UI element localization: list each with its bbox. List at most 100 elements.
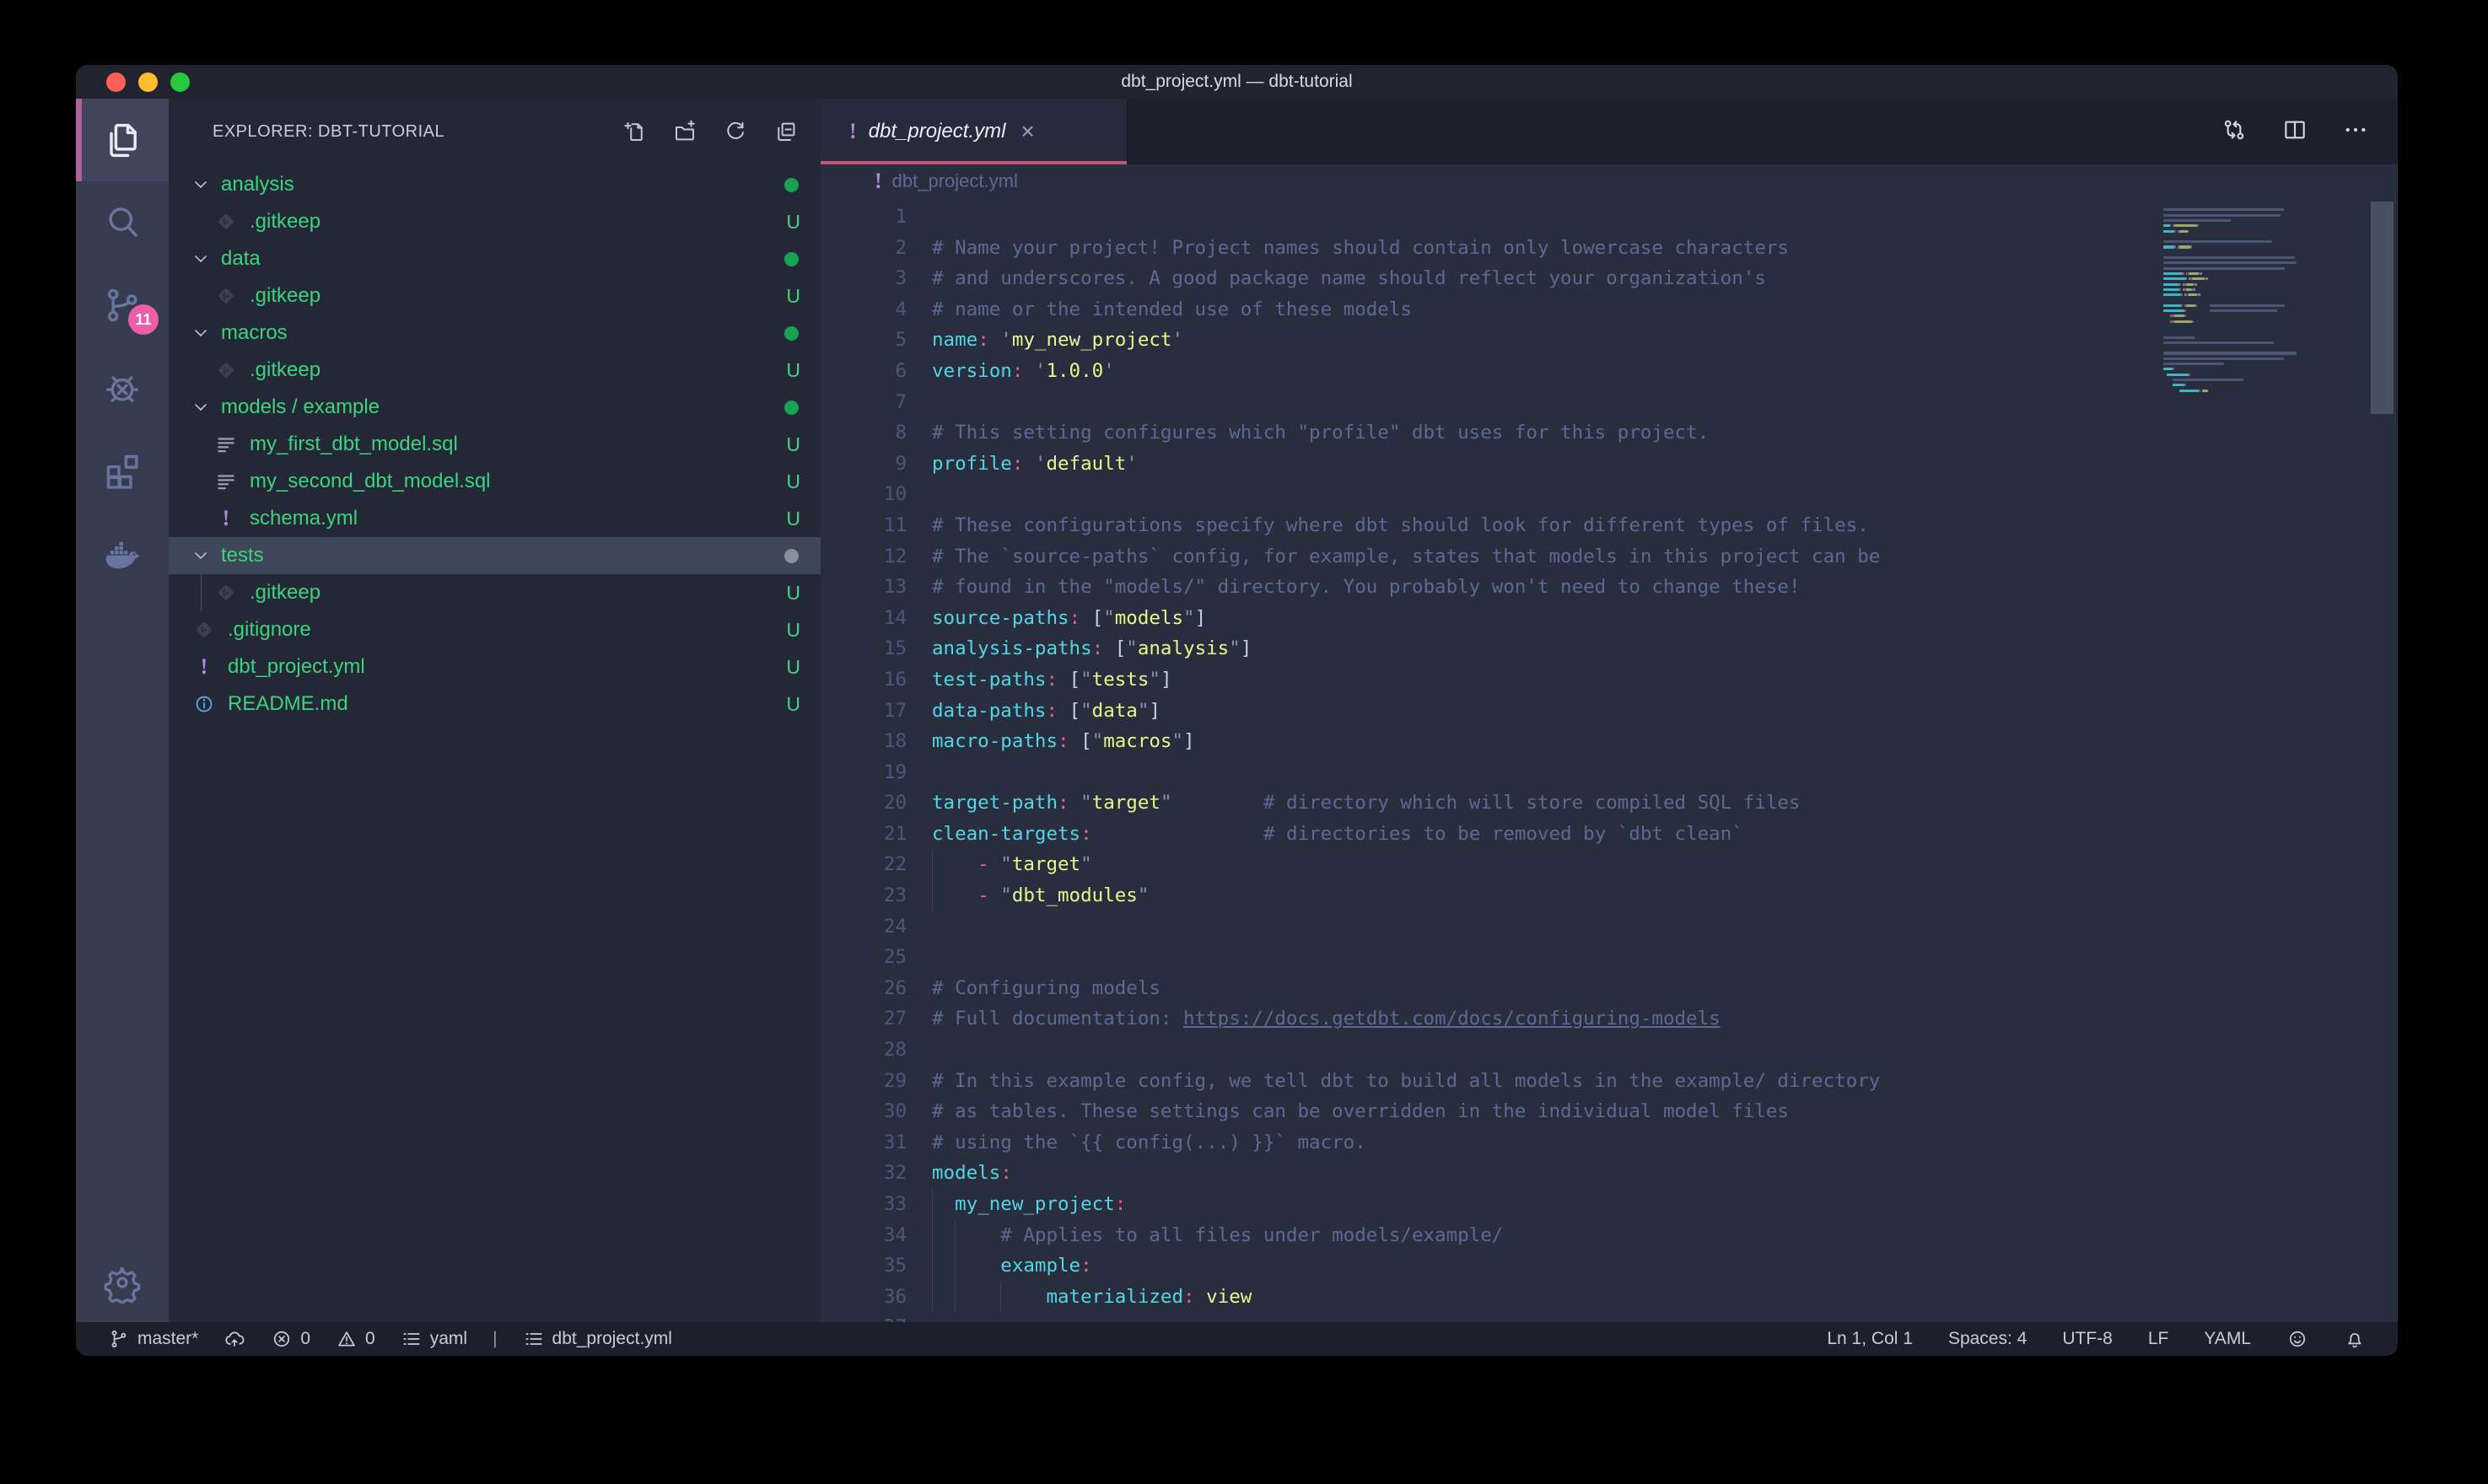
code-line: 33 my_new_project: xyxy=(821,1189,2398,1220)
status-cursor-position[interactable]: Ln 1, Col 1 xyxy=(1827,1329,1913,1349)
open-changes-button[interactable] xyxy=(2221,116,2248,148)
line-content: - "target" xyxy=(932,849,1092,880)
minimap[interactable] xyxy=(2163,203,2370,1322)
split-editor-button[interactable] xyxy=(2281,116,2308,148)
status-branch-indicator[interactable]: master* xyxy=(108,1328,198,1350)
tree-item-my-first-dbt-model-sql[interactable]: my_first_dbt_model.sqlU xyxy=(169,426,821,463)
activity-item-source-control[interactable]: 11 xyxy=(76,264,169,347)
line-number: 22 xyxy=(821,849,907,880)
line-number: 36 xyxy=(821,1282,907,1313)
code-line: 25 xyxy=(821,942,2398,973)
more-actions-button[interactable] xyxy=(2342,116,2369,148)
code-line: 15analysis-paths: ["analysis"] xyxy=(821,633,2398,664)
tab-dbt-project-yml[interactable]: ! dbt_project.yml × xyxy=(821,99,1128,164)
refresh-button[interactable] xyxy=(721,117,750,146)
line-content: # Name your project! Project names shoul… xyxy=(932,233,1789,264)
minimap-line xyxy=(2181,304,2183,307)
activity-item-debug[interactable] xyxy=(76,347,169,429)
activity-item-search[interactable] xyxy=(76,181,169,264)
breadcrumb[interactable]: ! dbt_project.yml xyxy=(821,164,2398,198)
tree-item-gitkeep[interactable]: .gitkeepU xyxy=(169,203,821,240)
line-content: # These configurations specify where dbt… xyxy=(932,510,1869,541)
line-number: 28 xyxy=(821,1035,907,1066)
tree-item-readme-md[interactable]: README.mdU xyxy=(169,686,821,723)
tree-item-label: schema.yml xyxy=(250,507,358,530)
minimap-line xyxy=(2179,230,2188,233)
tree-item-dbt-project-yml[interactable]: !dbt_project.ymlU xyxy=(169,648,821,686)
close-tab-icon[interactable]: × xyxy=(1021,120,1034,143)
new-file-button[interactable] xyxy=(620,117,649,146)
status-indentation[interactable]: Spaces: 4 xyxy=(1948,1329,2027,1349)
tree-item-schema-yml[interactable]: !schema.ymlU xyxy=(169,500,821,537)
desktop-background: dbt_project.yml — dbt-tutorial 11 EXPLOR… xyxy=(0,0,2488,1484)
minimap-line xyxy=(2170,224,2172,227)
indent-guide xyxy=(932,849,933,880)
minimap-line xyxy=(2163,304,2181,307)
status-language-mode[interactable]: YAML xyxy=(2204,1329,2251,1349)
status-notifications[interactable] xyxy=(2344,1328,2366,1350)
status-bar: master*00yaml|dbt_project.yml Ln 1, Col … xyxy=(76,1322,2398,1356)
activity-item-docker[interactable] xyxy=(76,512,169,594)
line-number: 29 xyxy=(821,1066,907,1097)
status-file-selector[interactable]: dbt_project.yml xyxy=(523,1328,672,1350)
activity-item-explorer[interactable] xyxy=(76,99,169,181)
tree-item-gitkeep[interactable]: .gitkeepU xyxy=(169,352,821,389)
minimap-line xyxy=(2173,379,2243,381)
line-number: 25 xyxy=(821,942,907,973)
close-window-button[interactable] xyxy=(106,73,126,92)
status-error-count[interactable]: 0 xyxy=(271,1328,310,1350)
line-number: 32 xyxy=(821,1158,907,1189)
minimap-line xyxy=(2210,304,2285,307)
status-encoding[interactable]: UTF-8 xyxy=(2062,1329,2113,1349)
status-yaml-selector[interactable]: yaml xyxy=(401,1328,467,1350)
status-feedback[interactable] xyxy=(2286,1328,2308,1350)
tree-item-label: analysis xyxy=(221,173,294,196)
tree-item-my-second-dbt-model-sql[interactable]: my_second_dbt_model.sqlU xyxy=(169,463,821,500)
activity-bar-items: 11 xyxy=(76,99,169,594)
status-warning-count[interactable]: 0 xyxy=(336,1328,375,1350)
tree-item-gitkeep[interactable]: .gitkeepU xyxy=(169,277,821,315)
status-eol[interactable]: LF xyxy=(2148,1329,2169,1349)
folder-status-dot xyxy=(784,178,799,192)
tree-item-analysis[interactable]: analysis xyxy=(169,166,821,203)
line-content: # Full documentation: https://docs.getdb… xyxy=(932,1003,1721,1035)
code-line: 28 xyxy=(821,1035,2398,1066)
new-folder-button[interactable] xyxy=(670,117,699,146)
file-tree: analysis.gitkeepUdata.gitkeepUmacros.git… xyxy=(169,164,821,723)
tree-item-models-example[interactable]: models / example xyxy=(169,389,821,426)
scrollbar-thumb[interactable] xyxy=(2371,202,2394,414)
tree-item-tests[interactable]: tests xyxy=(169,537,821,574)
minimap-line xyxy=(2188,230,2189,233)
line-number: 8 xyxy=(821,417,907,449)
minimize-window-button[interactable] xyxy=(138,73,158,92)
line-number: 14 xyxy=(821,603,907,634)
workbench: 11 EXPLORER: DBT-TUTORIAL analysis.gitke… xyxy=(76,99,2398,1322)
tree-item-gitignore[interactable]: .gitignoreU xyxy=(169,611,821,648)
activity-item-extensions[interactable] xyxy=(76,429,169,512)
code-editor[interactable]: 12# Name your project! Project names sho… xyxy=(821,198,2398,1322)
tree-item-label: tests xyxy=(221,544,264,567)
zoom-window-button[interactable] xyxy=(170,73,190,92)
tree-item-label: .gitkeep xyxy=(250,358,320,382)
line-number: 35 xyxy=(821,1250,907,1282)
sql-file-icon xyxy=(214,470,238,492)
line-content: macro-paths: ["macros"] xyxy=(932,726,1195,757)
code-line: 10 xyxy=(821,479,2398,510)
code-line: 16test-paths: ["tests"] xyxy=(821,664,2398,696)
settings-gear-button[interactable] xyxy=(76,1253,169,1312)
line-content: # found in the "models/" directory. You … xyxy=(932,572,1801,603)
minimap-line xyxy=(2189,272,2198,275)
line-number: 9 xyxy=(821,449,907,480)
status-sync-changes[interactable] xyxy=(223,1328,245,1350)
minimap-line xyxy=(2184,384,2186,386)
explorer-sidebar: EXPLORER: DBT-TUTORIAL analysis.gitkeepU… xyxy=(169,99,821,1322)
tree-item-macros[interactable]: macros xyxy=(169,315,821,352)
git-untracked-badge: U xyxy=(786,582,800,605)
code-line: 21clean-targets: # directories to be rem… xyxy=(821,819,2398,850)
code-line: 27# Full documentation: https://docs.get… xyxy=(821,1003,2398,1035)
collapse-all-button[interactable] xyxy=(772,117,800,146)
git-untracked-badge: U xyxy=(786,211,800,234)
editor-actions xyxy=(2221,99,2398,164)
tree-item-gitkeep[interactable]: .gitkeepU xyxy=(169,574,821,611)
tree-item-data[interactable]: data xyxy=(169,240,821,277)
